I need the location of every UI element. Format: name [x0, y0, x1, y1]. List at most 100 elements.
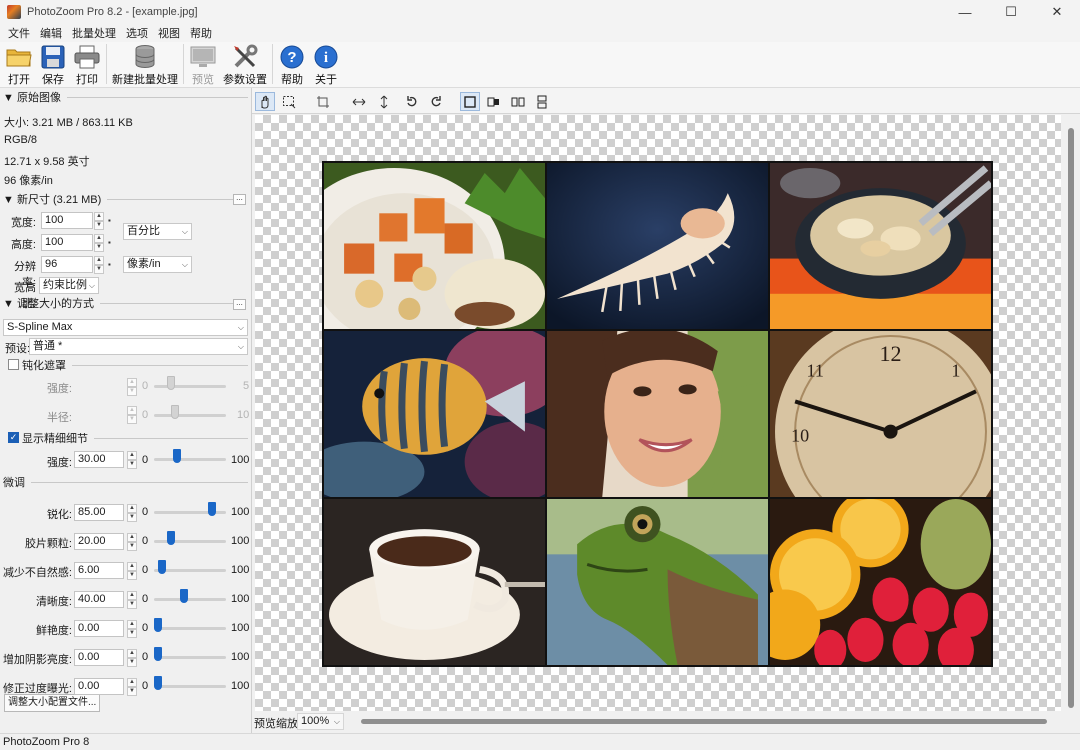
height-input[interactable]: 100 [41, 234, 93, 251]
fine-detail-strength-label: 强度: [46, 457, 72, 469]
fine-detail-slider[interactable] [173, 449, 182, 463]
tuning-value-input[interactable]: 40.00 [74, 591, 124, 608]
hand-tool-button[interactable] [255, 92, 275, 111]
menu-batch[interactable]: 批量处理 [69, 25, 123, 41]
vertical-scroll-thumb[interactable] [1068, 128, 1074, 708]
resize-method-header[interactable]: ▼ 调整大小的方式 [3, 296, 233, 310]
crop-tool-button[interactable] [313, 92, 333, 111]
unsharp-mask-header: 钝化遮罩 [22, 358, 248, 372]
tuning-stepper[interactable]: ▲ ▼ [127, 591, 137, 609]
vertical-scrollbar[interactable] [1063, 115, 1080, 711]
tuning-stepper[interactable]: ▲ ▼ [127, 533, 137, 551]
tuning-value-input[interactable]: 6.00 [74, 562, 124, 579]
stacked-view-button[interactable] [532, 92, 552, 111]
unsharp-radius-stepper[interactable]: ▲ ▼ [127, 406, 137, 424]
unsharp-radius-slider[interactable] [171, 405, 179, 419]
tuning-value-input[interactable]: 0.00 [74, 678, 124, 695]
split-view-button[interactable] [484, 92, 504, 111]
unsharp-mask-checkbox[interactable] [8, 359, 19, 370]
tuning-min: 0 [142, 622, 149, 634]
menu-view[interactable]: 视图 [155, 25, 187, 41]
resolution-unit-select[interactable]: 像素/in ⌵ [123, 256, 192, 273]
side-by-side-button[interactable] [508, 92, 528, 111]
main-toolbar: 打开 保存 打印 新建批量处理 预览 参数设置 ? 帮助 i 关于 [0, 42, 1080, 88]
close-button[interactable]: ✕ [1034, 0, 1080, 24]
single-view-button[interactable] [460, 92, 480, 111]
tuning-slider[interactable] [154, 618, 162, 632]
menu-file[interactable]: 文件 [5, 25, 37, 41]
print-button[interactable]: 打印 [70, 42, 104, 87]
method-options-button[interactable]: ... [233, 299, 246, 310]
new-batch-button[interactable]: 新建批量处理 [109, 42, 181, 87]
photo-grill-pan [770, 163, 991, 329]
resolution-input[interactable]: 96 [41, 256, 93, 273]
preview-button[interactable]: 预览 [186, 42, 220, 87]
resolution-stepper[interactable]: ▲ ▼ [94, 256, 104, 274]
height-stepper[interactable]: ▲ ▼ [94, 234, 104, 252]
maximize-button[interactable]: ☐ [988, 0, 1034, 24]
new-size-options-button[interactable]: ... [233, 194, 246, 205]
menu-help[interactable]: 帮助 [187, 25, 219, 41]
tuning-value-input[interactable]: 20.00 [74, 533, 124, 550]
chevron-down-icon: ⌵ [237, 342, 244, 351]
horizontal-scroll-thumb[interactable] [361, 719, 1047, 724]
tuning-track [154, 627, 226, 630]
rotate-right-button[interactable] [426, 92, 446, 111]
tuning-slider[interactable] [166, 531, 175, 545]
printer-icon [73, 44, 101, 70]
size-unit-select[interactable]: 百分比 ⌵ [123, 223, 192, 240]
preset-select[interactable]: 普通 * ⌵ [29, 338, 248, 355]
tuning-slider[interactable] [157, 560, 166, 574]
original-image-header[interactable]: ▼ 原始图像 [3, 90, 248, 104]
photo-coffee-cup [324, 499, 545, 665]
stacked-view-icon [537, 95, 547, 108]
fine-detail-checkbox[interactable]: ✓ [8, 432, 19, 443]
fit-width-button[interactable] [349, 92, 369, 111]
tuning-max: 100 [231, 622, 250, 634]
save-button[interactable]: 保存 [36, 42, 70, 87]
open-button[interactable]: 打开 [2, 42, 36, 87]
select-tool-button[interactable] [279, 92, 299, 111]
app-icon [7, 5, 21, 19]
tuning-stepper[interactable]: ▲ ▼ [127, 678, 137, 696]
tuning-value-input[interactable]: 85.00 [74, 504, 124, 521]
minimize-button[interactable]: — [942, 0, 988, 24]
menu-options[interactable]: 选项 [123, 25, 155, 41]
tuning-stepper[interactable]: ▲ ▼ [127, 620, 137, 638]
tuning-slider[interactable] [154, 676, 162, 690]
tuning-stepper[interactable]: ▲ ▼ [127, 504, 137, 522]
unsharp-strength-stepper[interactable]: ▲ ▼ [127, 378, 137, 396]
floppy-disk-icon [39, 44, 67, 70]
title-bar: PhotoZoom Pro 8.2 - [example.jpg] — ☐ ✕ [0, 0, 1080, 24]
tuning-value-input[interactable]: 0.00 [74, 620, 124, 637]
settings-button[interactable]: 参数设置 [220, 42, 270, 87]
tuning-slider[interactable] [179, 589, 188, 603]
rotate-left-button[interactable] [402, 92, 422, 111]
help-button[interactable]: ? 帮助 [275, 42, 309, 87]
fine-detail-strength-input[interactable]: 30.00 [74, 451, 124, 468]
fit-height-button[interactable] [374, 92, 394, 111]
tuning-slider[interactable] [208, 502, 217, 516]
tuning-stepper[interactable]: ▲ ▼ [127, 649, 137, 667]
width-input[interactable]: 100 [41, 212, 93, 229]
tuning-stepper[interactable]: ▲ ▼ [127, 562, 137, 580]
marquee-select-icon [283, 95, 296, 108]
preview-zoom-select[interactable]: 100% ⌵ [297, 713, 344, 730]
aspect-select[interactable]: 约束比例 ⌵ [39, 277, 99, 294]
settings-panel: ▼ 原始图像 大小: 3.21 MB / 863.11 KB RGB/8 12.… [0, 88, 252, 733]
width-stepper[interactable]: ▲ ▼ [94, 212, 104, 230]
tuning-slider[interactable] [154, 647, 162, 661]
vertical-arrows-icon [380, 95, 388, 108]
unsharp-strength-slider[interactable] [167, 376, 175, 390]
fine-detail-strength-stepper[interactable]: ▲ ▼ [127, 451, 137, 469]
menu-edit[interactable]: 编辑 [37, 25, 69, 41]
tuning-min: 0 [142, 564, 149, 576]
svg-text:11: 11 [807, 360, 824, 380]
fine-detail-header: 显示精细细节 [22, 431, 248, 445]
tuning-value-input[interactable]: 0.00 [74, 649, 124, 666]
resize-profile-button[interactable]: 调整大小配置文件... [4, 694, 101, 712]
about-button[interactable]: i 关于 [309, 42, 343, 87]
new-size-header[interactable]: ▼ 新尺寸 (3.21 MB) [3, 192, 233, 206]
info-icon: i [312, 44, 340, 70]
algorithm-select[interactable]: S-Spline Max ⌵ [3, 319, 248, 336]
